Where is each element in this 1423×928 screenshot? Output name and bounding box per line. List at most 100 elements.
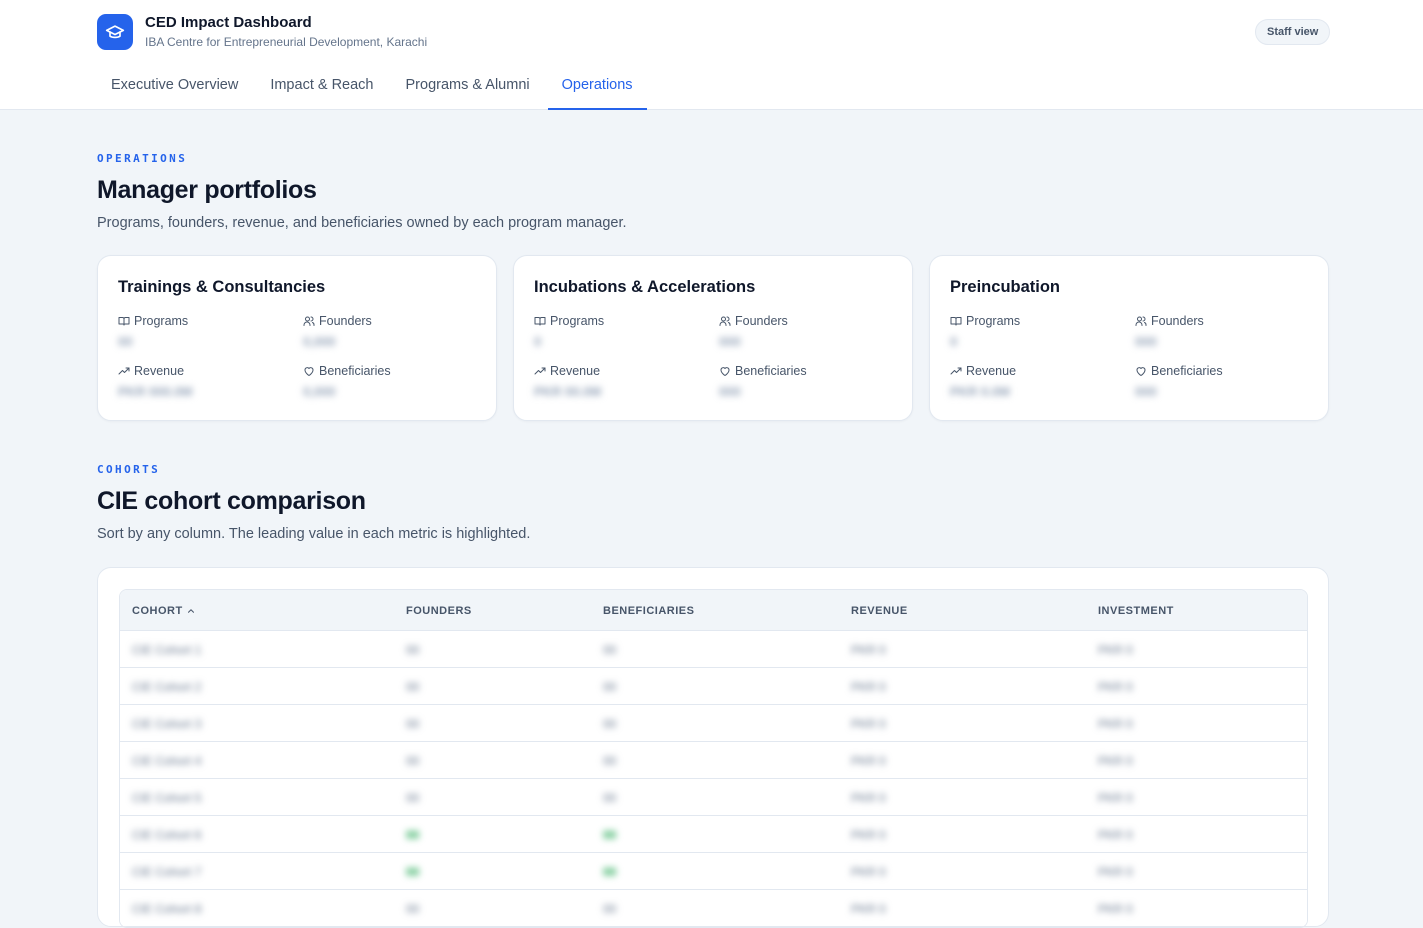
cohort-comparison-title: CIE cohort comparison xyxy=(97,487,366,515)
cohort-table-card: COHORT FOUNDERS BENEFICIARIES REVENUE IN… xyxy=(97,567,1329,928)
staff-view-badge[interactable]: Staff view xyxy=(1255,19,1331,45)
cell-founders: 00 xyxy=(406,864,420,879)
graduation-cap-icon xyxy=(97,14,133,50)
metric-value-founders: 0,000 xyxy=(303,334,336,349)
metric-value-founders: 000 xyxy=(1135,334,1157,349)
cell-revenue: PKR 0 xyxy=(851,679,886,694)
table-row[interactable]: CIE Cohort 4 00 00 PKR 0 PKR 0 xyxy=(120,742,1307,779)
portfolio-card-title: Incubations & Accelerations xyxy=(534,278,756,296)
manager-portfolios-description: Programs, founders, revenue, and benefic… xyxy=(97,215,627,231)
metric-revenue: Revenue PKR 000.0M xyxy=(118,363,288,400)
cell-cohort: CIE Cohort 7 xyxy=(132,864,202,879)
cell-founders: 00 xyxy=(406,753,420,768)
column-header-cohort[interactable]: COHORT xyxy=(132,590,196,631)
metric-programs: Programs 0 xyxy=(534,313,704,350)
metric-label-text: Beneficiaries xyxy=(319,364,391,378)
cell-beneficiaries: 00 xyxy=(603,901,617,916)
users-icon xyxy=(719,316,731,326)
cell-investment: PKR 0 xyxy=(1098,827,1133,842)
cell-founders: 00 xyxy=(406,642,420,657)
column-header-beneficiaries[interactable]: BENEFICIARIES xyxy=(603,590,694,631)
metric-value-revenue: PKR 000.0M xyxy=(118,384,193,399)
cell-investment: PKR 0 xyxy=(1098,716,1133,731)
chevron-up-icon xyxy=(187,608,194,613)
metric-label-text: Beneficiaries xyxy=(735,364,807,378)
column-header-revenue[interactable]: REVENUE xyxy=(851,590,908,631)
tab-executive-overview[interactable]: Executive Overview xyxy=(97,64,252,110)
portfolio-card: Preincubation Programs 0 Founders 000 Re… xyxy=(929,255,1329,421)
column-header-investment[interactable]: INVESTMENT xyxy=(1098,590,1174,631)
manager-portfolios-title: Manager portfolios xyxy=(97,176,317,204)
cell-founders: 00 xyxy=(406,901,420,916)
metric-beneficiaries: Beneficiaries 000 xyxy=(719,363,889,400)
cell-cohort: CIE Cohort 1 xyxy=(132,642,202,657)
cell-founders: 00 xyxy=(406,827,420,842)
metric-label-text: Founders xyxy=(319,314,372,328)
cell-revenue: PKR 0 xyxy=(851,864,886,879)
table-row[interactable]: CIE Cohort 3 00 00 PKR 0 PKR 0 xyxy=(120,705,1307,742)
metric-revenue: Revenue PKR 00.0M xyxy=(534,363,704,400)
app-title: CED Impact Dashboard xyxy=(145,14,312,31)
cell-investment: PKR 0 xyxy=(1098,790,1133,805)
metric-value-beneficiaries: 000 xyxy=(1135,384,1157,399)
metric-programs: Programs 00 xyxy=(118,313,288,350)
cell-cohort: CIE Cohort 4 xyxy=(132,753,202,768)
metric-label-text: Programs xyxy=(134,314,189,328)
brand: CED Impact Dashboard IBA Centre for Entr… xyxy=(97,14,427,50)
table-row[interactable]: CIE Cohort 2 00 00 PKR 0 PKR 0 xyxy=(120,668,1307,705)
metric-value-revenue: PKR 0.0M xyxy=(950,384,1010,399)
cell-founders: 00 xyxy=(406,679,420,694)
metric-revenue: Revenue PKR 0.0M xyxy=(950,363,1120,400)
metric-programs: Programs 0 xyxy=(950,313,1120,350)
users-icon xyxy=(1135,316,1147,326)
table-row[interactable]: CIE Cohort 7 00 00 PKR 0 PKR 0 xyxy=(120,853,1307,890)
tab-operations[interactable]: Operations xyxy=(547,64,647,110)
table-row[interactable]: CIE Cohort 6 00 00 PKR 0 PKR 0 xyxy=(120,816,1307,853)
trending-up-icon xyxy=(118,367,130,375)
cell-founders: 00 xyxy=(406,790,420,805)
trending-up-icon xyxy=(950,367,962,375)
cell-revenue: PKR 0 xyxy=(851,790,886,805)
metric-label: Programs xyxy=(950,313,1120,329)
metric-value-founders: 000 xyxy=(719,334,741,349)
cell-cohort: CIE Cohort 6 xyxy=(132,827,202,842)
table-row[interactable]: CIE Cohort 1 00 00 PKR 0 PKR 0 xyxy=(120,631,1307,668)
cell-beneficiaries: 00 xyxy=(603,827,617,842)
cell-investment: PKR 0 xyxy=(1098,753,1133,768)
cell-investment: PKR 0 xyxy=(1098,864,1133,879)
metric-label: Revenue xyxy=(950,363,1120,379)
cell-beneficiaries: 00 xyxy=(603,716,617,731)
metric-value-revenue: PKR 00.0M xyxy=(534,384,602,399)
metric-label: Beneficiaries xyxy=(719,363,889,379)
metric-label-text: Beneficiaries xyxy=(1151,364,1223,378)
cell-revenue: PKR 0 xyxy=(851,642,886,657)
metric-label: Revenue xyxy=(534,363,704,379)
metric-label-text: Revenue xyxy=(134,364,185,378)
table-row[interactable]: CIE Cohort 8 00 00 PKR 0 PKR 0 xyxy=(120,890,1307,927)
metric-label-text: Programs xyxy=(966,314,1021,328)
cell-cohort: CIE Cohort 2 xyxy=(132,679,202,694)
tab-impact-reach[interactable]: Impact & Reach xyxy=(256,64,387,110)
metric-value-beneficiaries: 0,000 xyxy=(303,384,336,399)
book-icon xyxy=(534,317,546,326)
tab-programs-alumni[interactable]: Programs & Alumni xyxy=(392,64,544,110)
metric-label-text: Revenue xyxy=(550,364,601,378)
metric-label-text: Revenue xyxy=(966,364,1017,378)
trending-up-icon xyxy=(534,367,546,375)
cell-revenue: PKR 0 xyxy=(851,716,886,731)
table-header: COHORT FOUNDERS BENEFICIARIES REVENUE IN… xyxy=(120,590,1307,631)
cell-investment: PKR 0 xyxy=(1098,679,1133,694)
column-header-label: COHORT xyxy=(132,604,183,617)
operations-eyebrow: OPERATIONS xyxy=(97,152,188,165)
metric-founders: Founders 000 xyxy=(719,313,889,350)
metric-value-programs: 0 xyxy=(534,334,542,349)
heart-icon xyxy=(720,367,730,376)
metric-beneficiaries: Beneficiaries 000 xyxy=(1135,363,1305,400)
metric-label: Revenue xyxy=(118,363,288,379)
cell-revenue: PKR 0 xyxy=(851,901,886,916)
portfolio-card-title: Trainings & Consultancies xyxy=(118,278,326,296)
tab-bar: Executive Overview Impact & Reach Progra… xyxy=(97,64,651,110)
table-row[interactable]: CIE Cohort 5 00 00 PKR 0 PKR 0 xyxy=(120,779,1307,816)
column-header-founders[interactable]: FOUNDERS xyxy=(406,590,472,631)
metric-value-beneficiaries: 000 xyxy=(719,384,741,399)
